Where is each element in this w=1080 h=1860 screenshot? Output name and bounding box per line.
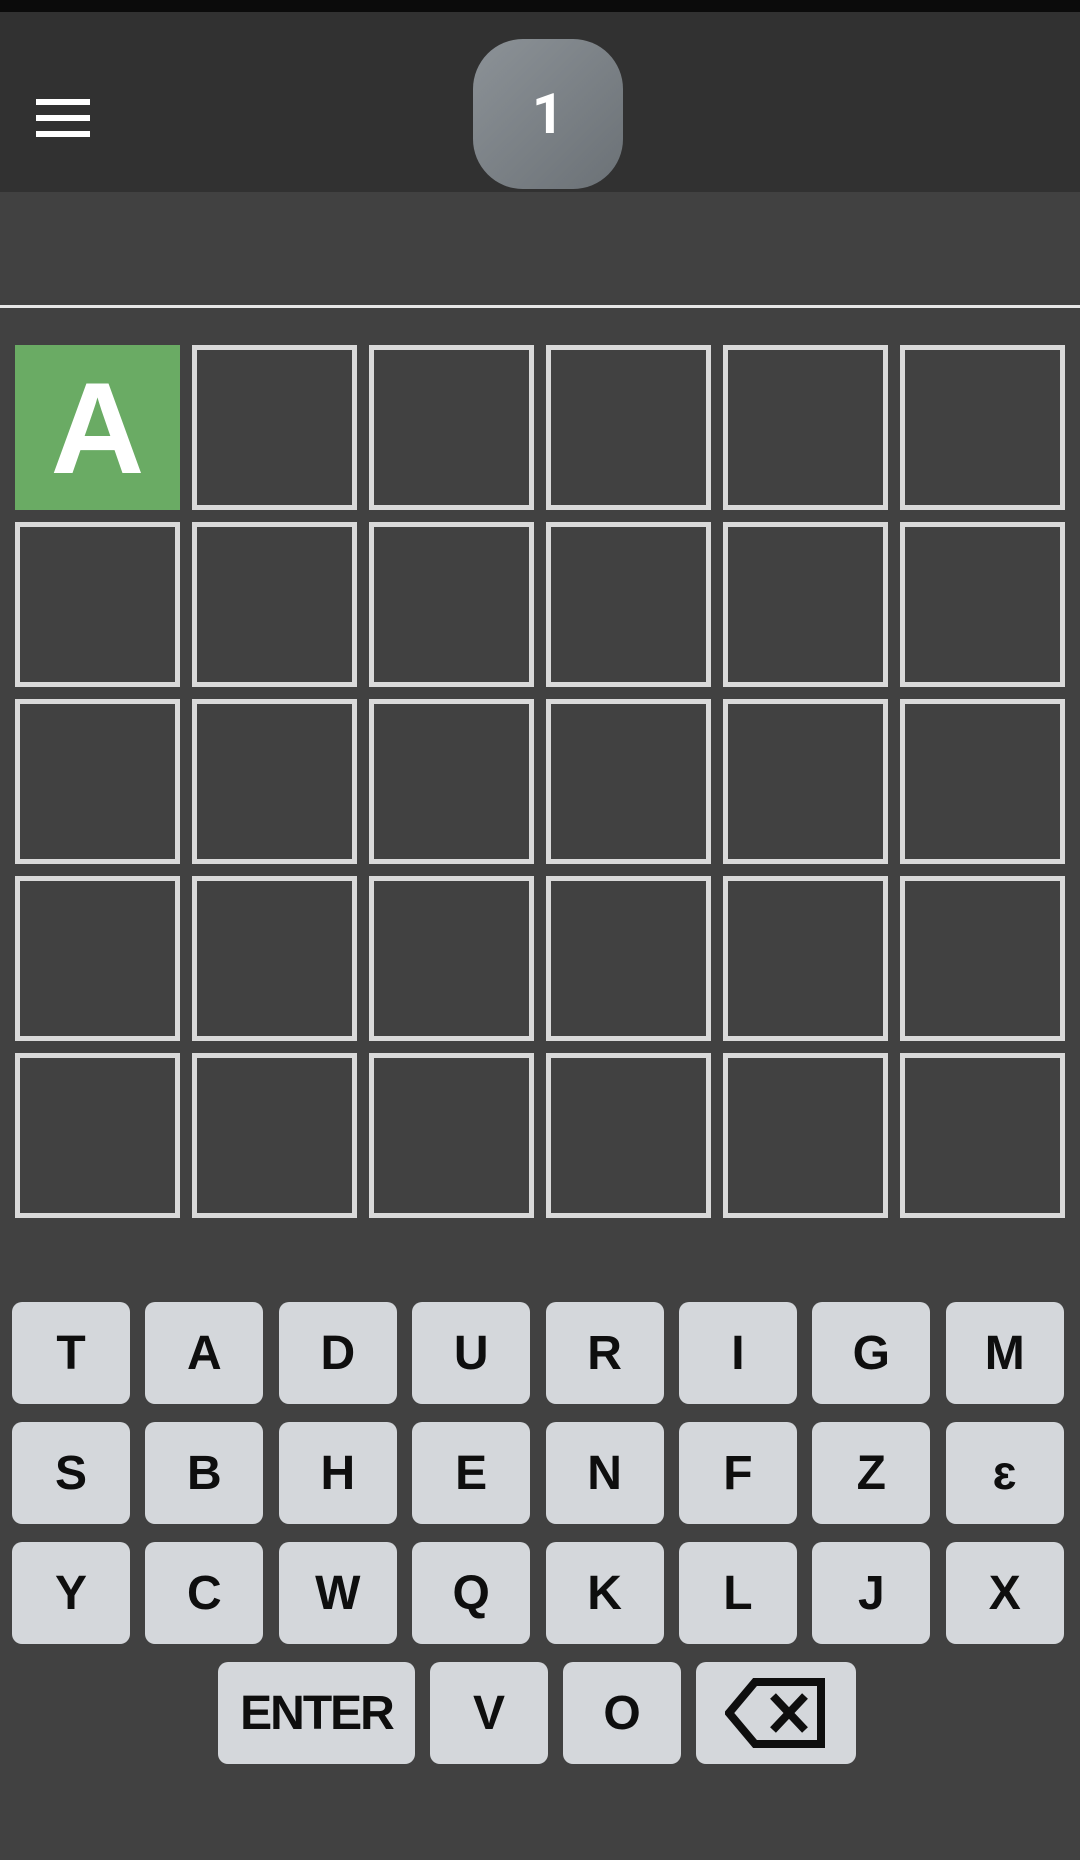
board-tile	[192, 522, 357, 687]
key-open-e[interactable]: ɛ	[945, 1422, 1064, 1524]
keyboard-row: ENTER V O	[218, 1662, 918, 1764]
board-tile	[192, 876, 357, 1041]
status-strip	[0, 0, 1080, 12]
board-tile	[546, 345, 711, 510]
board-tile	[369, 522, 534, 687]
key-z[interactable]: Z	[812, 1422, 931, 1524]
header-bar: 1	[0, 12, 1080, 192]
key-e[interactable]: E	[412, 1422, 531, 1524]
keyboard-row: S B H E N F Z ɛ	[12, 1422, 1068, 1524]
board-tile	[900, 876, 1065, 1041]
backspace-button[interactable]	[696, 1662, 856, 1764]
key-t[interactable]: T	[12, 1302, 130, 1404]
board-row	[15, 1053, 1065, 1218]
key-r[interactable]: R	[545, 1302, 664, 1404]
board-row	[15, 876, 1065, 1041]
board-tile	[192, 1053, 357, 1218]
board-tile	[723, 522, 888, 687]
key-l[interactable]: L	[678, 1542, 797, 1644]
keyboard-row: Y C W Q K L J X	[12, 1542, 1068, 1644]
board-tile	[546, 1053, 711, 1218]
key-b[interactable]: B	[145, 1422, 264, 1524]
key-u[interactable]: U	[412, 1302, 531, 1404]
key-m[interactable]: M	[945, 1302, 1064, 1404]
board-tile	[900, 1053, 1065, 1218]
menu-line	[36, 99, 90, 105]
keyboard-row: T A D U R I G M	[12, 1302, 1068, 1404]
game-board: A	[15, 345, 1065, 1230]
key-v[interactable]: V	[430, 1662, 548, 1764]
key-x[interactable]: X	[945, 1542, 1064, 1644]
key-d[interactable]: D	[278, 1302, 397, 1404]
key-o[interactable]: O	[563, 1662, 681, 1764]
board-tile	[546, 522, 711, 687]
key-q[interactable]: Q	[412, 1542, 531, 1644]
board-tile	[192, 345, 357, 510]
board-tile	[723, 876, 888, 1041]
divider	[0, 305, 1080, 308]
board-tile	[546, 699, 711, 864]
board-tile	[15, 699, 180, 864]
menu-line	[36, 115, 90, 121]
board-tile	[723, 1053, 888, 1218]
board-tile	[723, 699, 888, 864]
board-row: A	[15, 345, 1065, 510]
board-row	[15, 522, 1065, 687]
key-k[interactable]: K	[545, 1542, 664, 1644]
board-tile: A	[15, 345, 180, 510]
key-c[interactable]: C	[145, 1542, 264, 1644]
enter-button[interactable]: ENTER	[218, 1662, 415, 1764]
key-f[interactable]: F	[678, 1422, 797, 1524]
backspace-icon	[725, 1678, 825, 1748]
board-row	[15, 699, 1065, 864]
board-tile	[900, 699, 1065, 864]
board-tile	[15, 1053, 180, 1218]
board-tile	[369, 345, 534, 510]
board-tile	[369, 1053, 534, 1218]
board-tile	[369, 876, 534, 1041]
level-badge[interactable]: 1	[473, 39, 623, 189]
board-tile	[15, 522, 180, 687]
key-n[interactable]: N	[545, 1422, 664, 1524]
board-tile	[900, 522, 1065, 687]
key-g[interactable]: G	[812, 1302, 931, 1404]
key-w[interactable]: W	[278, 1542, 397, 1644]
board-tile	[546, 876, 711, 1041]
board-tile	[15, 876, 180, 1041]
board-tile	[369, 699, 534, 864]
key-i[interactable]: I	[678, 1302, 797, 1404]
menu-line	[36, 131, 90, 137]
hamburger-menu-icon[interactable]	[36, 99, 90, 139]
key-s[interactable]: S	[12, 1422, 130, 1524]
key-a[interactable]: A	[145, 1302, 264, 1404]
key-h[interactable]: H	[278, 1422, 397, 1524]
board-tile	[192, 699, 357, 864]
key-y[interactable]: Y	[12, 1542, 130, 1644]
board-tile	[723, 345, 888, 510]
key-j[interactable]: J	[812, 1542, 931, 1644]
board-tile	[900, 345, 1065, 510]
